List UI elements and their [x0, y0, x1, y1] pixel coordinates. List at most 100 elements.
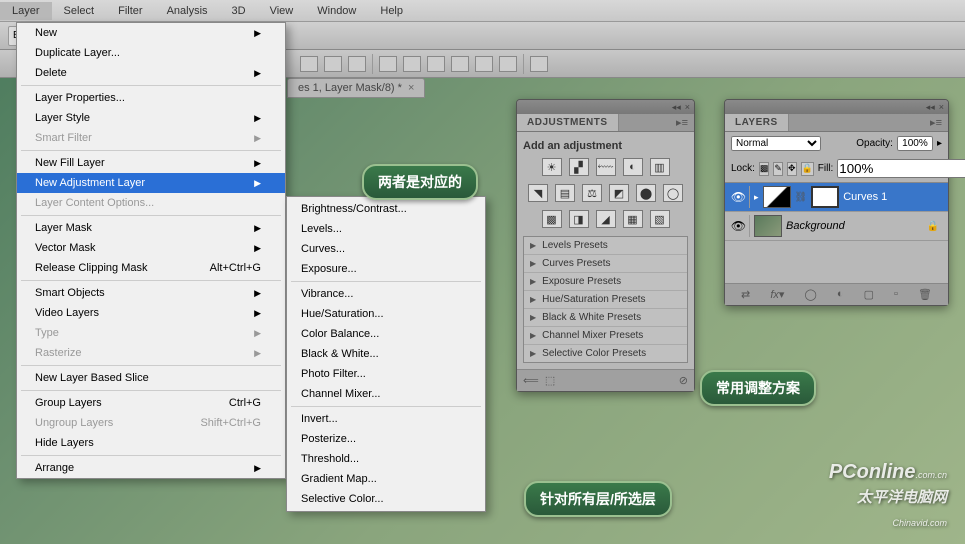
submenu-item[interactable]: Selective Color... [287, 489, 485, 509]
submenu-item[interactable]: Brightness/Contrast... [287, 199, 485, 219]
submenu-item[interactable]: Invert... [287, 409, 485, 429]
menu-item[interactable]: Delete▶ [17, 63, 285, 83]
panel-menu-icon[interactable]: ▸≡ [670, 116, 694, 129]
submenu-item[interactable]: Threshold... [287, 449, 485, 469]
menubar-item-select[interactable]: Select [52, 2, 107, 20]
lock-all-icon[interactable]: 🔒 [801, 162, 814, 176]
menu-item[interactable]: Hide Layers [17, 433, 285, 453]
adjustment-icon[interactable]: ◥ [528, 184, 548, 202]
layer-row[interactable]: 👁▸⛓Curves 1 [725, 183, 948, 212]
menubar-item-window[interactable]: Window [305, 2, 368, 20]
align-icon[interactable] [348, 56, 366, 72]
preset-item[interactable]: ▶Hue/Saturation Presets [524, 291, 687, 309]
menubar-item-layer[interactable]: Layer [0, 2, 52, 20]
submenu-item[interactable]: Vibrance... [287, 284, 485, 304]
adjustment-icon[interactable]: ◩ [609, 184, 629, 202]
distribute-icon[interactable] [475, 56, 493, 72]
menu-item[interactable]: New▶ [17, 23, 285, 43]
submenu-item[interactable]: Levels... [287, 219, 485, 239]
distribute-icon[interactable] [451, 56, 469, 72]
adjustment-icon[interactable]: ▞ [569, 158, 589, 176]
adjustments-tab[interactable]: ADJUSTMENTS [517, 114, 619, 131]
layer-thumb[interactable] [754, 215, 782, 237]
preset-item[interactable]: ▶Levels Presets [524, 237, 687, 255]
menu-item[interactable]: Duplicate Layer... [17, 43, 285, 63]
submenu-item[interactable]: Hue/Saturation... [287, 304, 485, 324]
blend-mode-select[interactable]: Normal [731, 136, 821, 151]
trash-icon[interactable]: ⊘ [679, 374, 688, 387]
menu-item[interactable]: Layer Style▶ [17, 108, 285, 128]
preset-item[interactable]: ▶Black & White Presets [524, 309, 687, 327]
align-icon[interactable] [300, 56, 318, 72]
align-icon[interactable] [324, 56, 342, 72]
adjustment-icon[interactable]: ⬳ [596, 158, 616, 176]
adjustment-icon[interactable]: ▥ [650, 158, 670, 176]
menubar-item-3d[interactable]: 3D [220, 2, 258, 20]
submenu-item[interactable]: Curves... [287, 239, 485, 259]
adjustment-icon[interactable]: ▤ [555, 184, 575, 202]
adjustment-icon[interactable]: ⬤ [636, 184, 656, 202]
layer-row[interactable]: 👁Background🔒 [725, 212, 948, 241]
panel-menu-icon[interactable]: ▸≡ [924, 116, 948, 129]
distribute-icon[interactable] [427, 56, 445, 72]
fill-input[interactable] [837, 159, 965, 178]
visibility-icon[interactable]: 👁 [728, 215, 750, 237]
distribute-icon[interactable] [403, 56, 421, 72]
submenu-item[interactable]: Black & White... [287, 344, 485, 364]
adjustment-icon[interactable]: ▩ [542, 210, 562, 228]
menubar-item-view[interactable]: View [258, 2, 306, 20]
adjustment-icon[interactable]: ☀ [542, 158, 562, 176]
collapse-icon[interactable]: ◂◂ [672, 102, 681, 113]
curves-thumb[interactable] [763, 186, 791, 208]
adjustment-icon[interactable]: ◨ [569, 210, 589, 228]
distribute-icon[interactable] [379, 56, 397, 72]
submenu-item[interactable]: Posterize... [287, 429, 485, 449]
new-layer-icon[interactable]: ▫ [894, 288, 898, 301]
close-icon[interactable]: × [939, 102, 944, 112]
close-icon[interactable]: × [685, 102, 690, 112]
preset-item[interactable]: ▶Channel Mixer Presets [524, 327, 687, 345]
mask-icon[interactable]: ◯ [804, 288, 816, 301]
submenu-item[interactable]: Channel Mixer... [287, 384, 485, 404]
back-icon[interactable]: ⟸ ⬚ [523, 374, 555, 387]
menu-item[interactable]: Smart Objects▶ [17, 283, 285, 303]
distribute-icon[interactable] [499, 56, 517, 72]
mask-thumb[interactable] [811, 186, 839, 208]
menu-item[interactable]: Vector Mask▶ [17, 238, 285, 258]
adjustment-icon[interactable]: ▦ [623, 210, 643, 228]
menu-item[interactable]: Video Layers▶ [17, 303, 285, 323]
lock-image-icon[interactable]: ✎ [773, 162, 783, 176]
layers-tab[interactable]: LAYERS [725, 114, 789, 131]
menu-item[interactable]: Release Clipping MaskAlt+Ctrl+G [17, 258, 285, 278]
adjustment-icon[interactable]: ◢ [596, 210, 616, 228]
menu-item[interactable]: Group LayersCtrl+G [17, 393, 285, 413]
submenu-item[interactable]: Photo Filter... [287, 364, 485, 384]
menubar-item-help[interactable]: Help [368, 2, 415, 20]
group-icon[interactable]: ▢ [864, 288, 874, 301]
menu-item[interactable]: New Adjustment Layer▶ [17, 173, 285, 193]
lock-position-icon[interactable]: ✥ [787, 162, 797, 176]
preset-item[interactable]: ▶Curves Presets [524, 255, 687, 273]
delete-icon[interactable]: 🗑 [918, 288, 932, 301]
adjustment-icon[interactable]: ◐ [837, 288, 844, 301]
document-tab[interactable]: es 1, Layer Mask/8) *× [287, 78, 425, 98]
collapse-icon[interactable]: ◂◂ [926, 102, 935, 113]
preset-item[interactable]: ▶Selective Color Presets [524, 345, 687, 362]
menu-item[interactable]: New Layer Based Slice [17, 368, 285, 388]
menubar-item-filter[interactable]: Filter [106, 2, 154, 20]
opacity-input[interactable] [897, 136, 933, 151]
adjustment-icon[interactable]: ◯ [663, 184, 683, 202]
menu-item[interactable]: Layer Properties... [17, 88, 285, 108]
preset-item[interactable]: ▶Exposure Presets [524, 273, 687, 291]
link-layers-icon[interactable]: ⇄ [741, 288, 750, 301]
menu-item[interactable]: Arrange▶ [17, 458, 285, 478]
submenu-item[interactable]: Color Balance... [287, 324, 485, 344]
fx-icon[interactable]: fx▾ [770, 288, 784, 301]
adjustment-icon[interactable]: ⚖ [582, 184, 602, 202]
close-tab-icon[interactable]: × [408, 82, 414, 94]
link-icon[interactable]: ⛓ [795, 192, 808, 203]
submenu-item[interactable]: Exposure... [287, 259, 485, 279]
lock-transparent-icon[interactable]: ▩ [759, 162, 770, 176]
auto-align-icon[interactable] [530, 56, 548, 72]
submenu-item[interactable]: Gradient Map... [287, 469, 485, 489]
